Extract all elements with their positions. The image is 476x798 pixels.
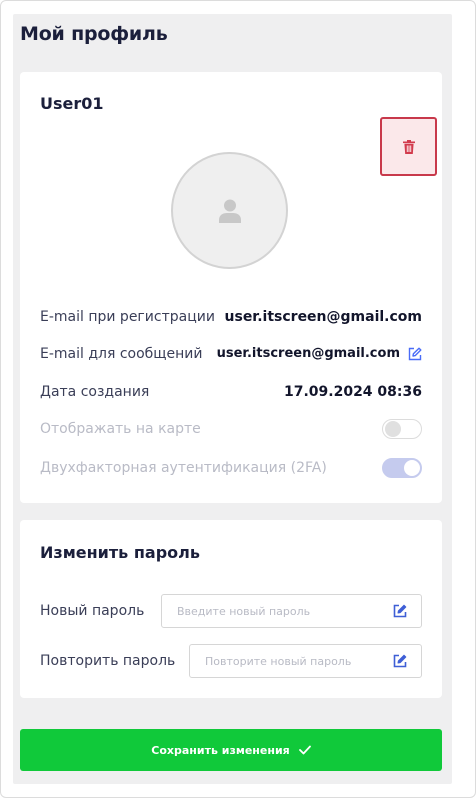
save-changes-label: Сохранить изменения [151,743,290,757]
check-icon [298,745,311,755]
created-date-label: Дата создания [40,384,150,400]
delete-profile-button[interactable] [380,117,437,176]
two-factor-label: Двухфакторная аутентификация (2FA) [40,460,327,476]
messages-email-value: user.itscreen@gmail.com [216,346,400,361]
repeat-password-label: Повторить пароль [40,653,176,669]
toggle-knob [385,421,401,437]
avatar[interactable] [171,152,288,269]
repeat-password-row: Повторить пароль [40,644,422,678]
user-icon [218,199,241,223]
two-factor-toggle[interactable] [382,458,422,478]
toggle-knob [404,460,420,476]
change-password-title: Изменить пароль [40,543,200,562]
show-on-map-toggle[interactable] [382,419,422,439]
new-password-row: Новый пароль [40,594,422,628]
repeat-password-input[interactable] [189,644,422,678]
show-on-map-row: Отображать на карте [40,419,422,439]
registration-email-value: user.itscreen@gmail.com [224,309,422,325]
trash-icon [402,139,415,154]
created-date-value: 17.09.2024 08:36 [283,384,422,400]
new-password-input[interactable] [161,594,422,628]
edit-icon[interactable] [408,347,422,361]
show-on-map-label: Отображать на карте [40,421,201,437]
registration-email-row: E-mail при регистрации user.itscreen@gma… [40,307,422,327]
edit-icon[interactable] [393,604,407,618]
messages-email-label: E-mail для сообщений [40,346,203,362]
page-title: Мой профиль [20,23,168,45]
created-date-row: Дата создания 17.09.2024 08:36 [40,382,422,402]
two-factor-row: Двухфакторная аутентификация (2FA) [40,458,422,478]
new-password-label: Новый пароль [40,603,145,619]
save-changes-button[interactable]: Сохранить изменения [20,729,442,771]
profile-card: User01 E-mail при регистрации user.itscr… [20,72,442,503]
username: User01 [40,94,104,113]
change-password-card: Изменить пароль Новый пароль Повторить п… [20,520,442,698]
registration-email-label: E-mail при регистрации [40,309,215,325]
messages-email-row: E-mail для сообщений user.itscreen@gmail… [40,344,422,364]
edit-icon[interactable] [393,654,407,668]
